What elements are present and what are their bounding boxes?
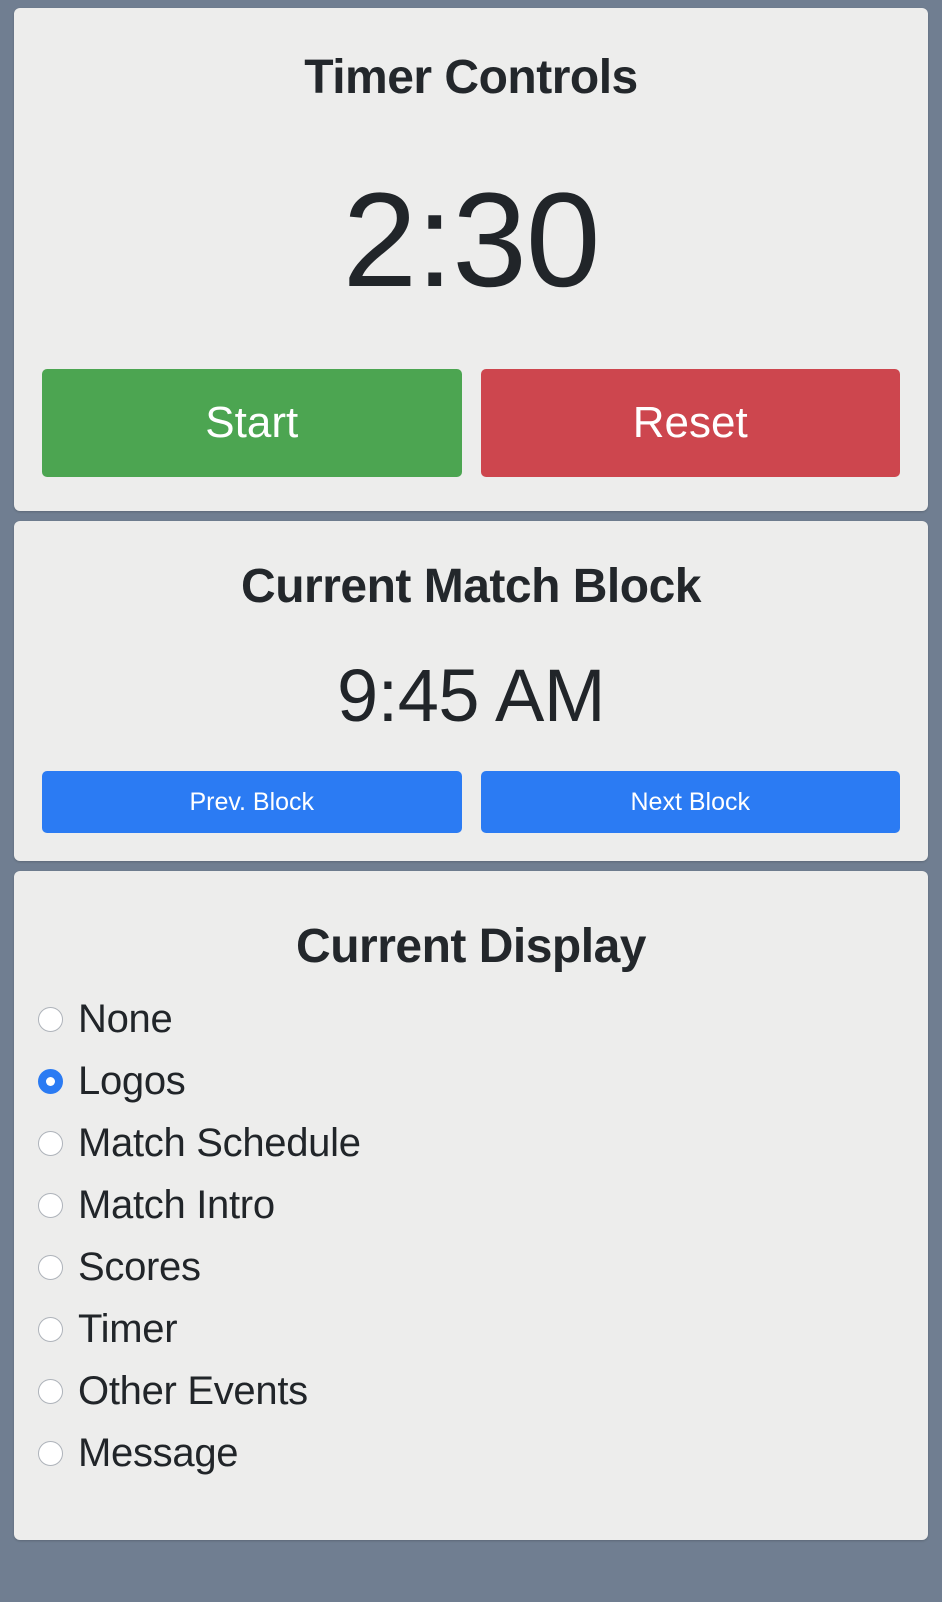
radio-unselected-icon[interactable]	[38, 1378, 63, 1404]
display-option-label: Scores	[78, 1245, 201, 1289]
timer-button-row: Start Reset	[42, 369, 900, 477]
current-display-title: Current Display	[296, 920, 646, 973]
display-option-none[interactable]: None	[38, 999, 904, 1039]
display-option-label: Match Schedule	[78, 1121, 361, 1165]
display-option-list: None Logos Match Schedule Match Intro Scores…	[38, 999, 904, 1473]
display-option-label: Message	[78, 1431, 239, 1475]
current-block-time: 9:45 AM	[336, 654, 606, 737]
start-button[interactable]: Start	[42, 369, 462, 477]
display-option-label: Timer	[78, 1307, 178, 1351]
display-option-label: None	[78, 997, 173, 1041]
radio-unselected-icon[interactable]	[38, 1440, 63, 1466]
display-option-message[interactable]: Message	[38, 1433, 904, 1473]
current-match-block-title: Current Match Block	[241, 560, 701, 613]
radio-selected-icon[interactable]	[38, 1068, 63, 1094]
timer-controls-panel: Timer Controls 2:30 Start Reset	[14, 8, 928, 511]
prev-block-button[interactable]: Prev. Block	[42, 771, 462, 833]
block-button-row: Prev. Block Next Block	[42, 771, 900, 833]
display-option-scores[interactable]: Scores	[38, 1247, 904, 1287]
timer-readout: 2:30	[342, 166, 601, 315]
display-option-timer[interactable]: Timer	[38, 1309, 904, 1349]
display-option-label: Other Events	[78, 1369, 308, 1413]
radio-unselected-icon[interactable]	[38, 1130, 63, 1156]
display-option-logos[interactable]: Logos	[38, 1061, 904, 1101]
display-option-match-schedule[interactable]: Match Schedule	[38, 1123, 904, 1163]
display-option-label: Match Intro	[78, 1183, 275, 1227]
display-option-label: Logos	[78, 1059, 186, 1103]
display-option-match-intro[interactable]: Match Intro	[38, 1185, 904, 1225]
timer-controls-title: Timer Controls	[304, 51, 638, 104]
radio-unselected-icon[interactable]	[38, 1192, 63, 1218]
radio-unselected-icon[interactable]	[38, 1316, 63, 1342]
control-panel-app: Timer Controls 2:30 Start Reset Current …	[0, 0, 942, 1602]
radio-unselected-icon[interactable]	[38, 1254, 63, 1280]
display-option-other-events[interactable]: Other Events	[38, 1371, 904, 1411]
current-display-panel: Current Display None Logos Match Schedule M…	[14, 871, 928, 1540]
current-match-block-panel: Current Match Block 9:45 AM Prev. Block …	[14, 521, 928, 861]
next-block-button[interactable]: Next Block	[480, 771, 900, 833]
radio-unselected-icon[interactable]	[38, 1006, 63, 1032]
reset-button[interactable]: Reset	[480, 369, 900, 477]
